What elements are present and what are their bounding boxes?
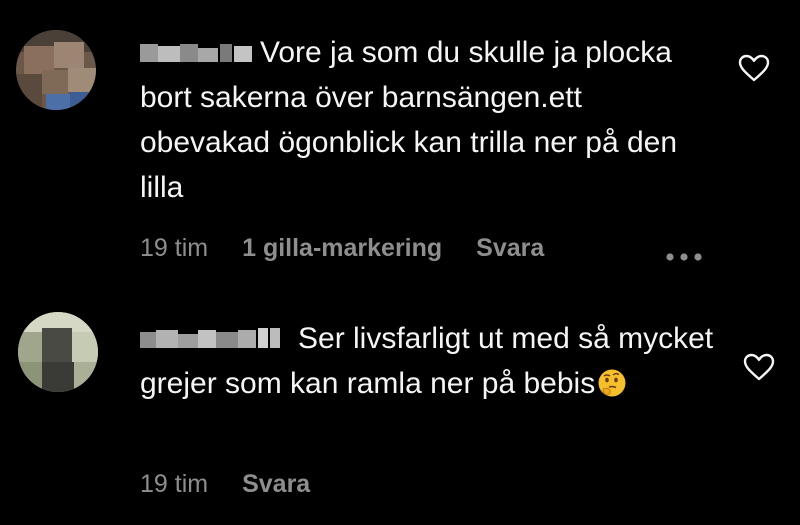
username-redacted[interactable] (140, 326, 290, 352)
heart-outline-icon[interactable] (738, 54, 770, 82)
comment-text-container: Ser livsfarligt ut med så mycket grejer … (140, 316, 720, 406)
blurred-avatar-image (18, 312, 98, 392)
comment-item: Ser livsfarligt ut med så mycket grejer … (0, 290, 800, 525)
avatar[interactable] (16, 30, 96, 110)
comment-meta: 19 tim 1 gilla-markering Svara (140, 234, 544, 263)
comment-body: Vore ja som du skulle ja plocka bort sak… (140, 30, 720, 210)
comment-time: 19 tim (140, 470, 209, 498)
likes-count-button[interactable]: 1 gilla-markering (242, 234, 442, 263)
reply-button[interactable]: Svara (476, 234, 544, 263)
avatar[interactable] (18, 312, 98, 392)
comment-time: 19 tim (140, 234, 209, 262)
heart-outline-icon[interactable] (743, 353, 775, 381)
ellipsis-icon[interactable] (666, 248, 710, 261)
thinking-face-emoji (597, 366, 627, 397)
comment-body: Ser livsfarligt ut med så mycket grejer … (140, 316, 720, 406)
reply-button[interactable]: Svara (242, 470, 310, 499)
blurred-avatar-image (16, 30, 96, 110)
comment-meta: 19 tim Svara (140, 470, 310, 499)
comment-item: Vore ja som du skulle ja plocka bort sak… (0, 0, 800, 290)
username-redacted[interactable] (140, 40, 252, 66)
comment-text-container: Vore ja som du skulle ja plocka bort sak… (140, 30, 720, 210)
